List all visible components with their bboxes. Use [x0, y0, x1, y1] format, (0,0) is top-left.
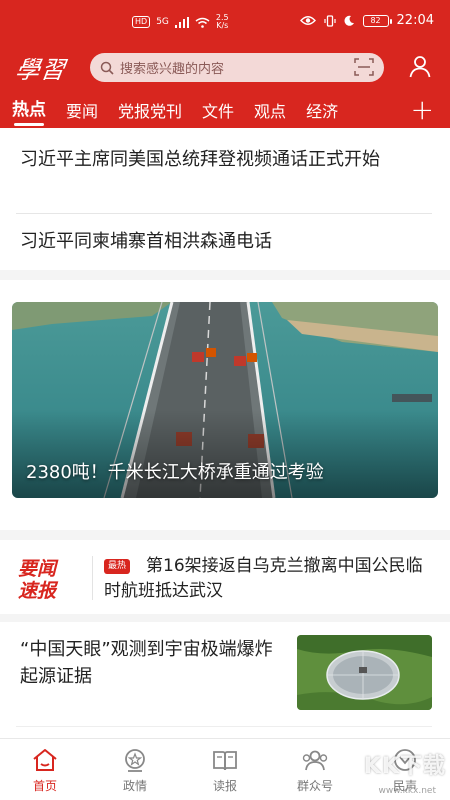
status-network: HD 5G 2.5 K/s [132, 14, 229, 30]
nav-read-paper[interactable]: 读报 [180, 739, 270, 800]
article-card[interactable]: “中国天眼”观测到宇宙极端爆炸起源证据 [0, 622, 450, 742]
divider [16, 213, 432, 214]
moon-icon [344, 15, 354, 26]
flash-news-card[interactable]: 要闻 速报 最热 第16架接返自乌克兰撤离中国公民临时航班抵达武汉 [0, 540, 450, 614]
tab-opinion[interactable]: 观点 [254, 98, 286, 122]
flash-news-text: 第16架接返自乌克兰撤离中国公民临时航班抵达武汉 [104, 556, 423, 601]
search-icon [100, 61, 114, 75]
tab-party-press[interactable]: 党报党刊 [118, 98, 182, 122]
nav-public-accounts[interactable]: 群众号 [270, 739, 360, 800]
signal-icon [174, 16, 189, 28]
app-header: HD 5G 2.5 K/s 82 22:04 學習 搜索感兴趣的内容 热点 要闻… [0, 0, 450, 128]
hd-indicator: HD [132, 16, 151, 28]
book-icon [213, 751, 237, 771]
tab-economy[interactable]: 经济 [306, 98, 338, 122]
nav-label: 政情 [122, 779, 147, 793]
eye-icon [299, 16, 316, 25]
search-bar[interactable]: 搜索感兴趣的内容 [90, 53, 384, 82]
article-thumbnail [297, 635, 432, 710]
telescope-illustration [297, 635, 432, 710]
watermark-url: www.kkx.net [378, 786, 437, 796]
battery-level: 82 [370, 15, 381, 25]
flash-logo-line2: 速报 [18, 580, 57, 602]
headline-item[interactable]: 习近平主席同美国总统拜登视频通话正式开始 [20, 146, 430, 173]
category-tabs: 热点 要闻 党报党刊 文件 观点 经济 [0, 95, 450, 125]
nav-home[interactable]: 首页 [0, 739, 90, 800]
app-logo[interactable]: 學習 [14, 50, 69, 85]
headline-card: 习近平主席同美国总统拜登视频通话正式开始 习近平同柬埔寨首相洪森通电话 [0, 128, 450, 270]
add-tab-plus-icon[interactable]: + [411, 96, 434, 124]
app-screen: HD 5G 2.5 K/s 82 22:04 學習 搜索感兴趣的内容 热点 要闻… [0, 0, 450, 800]
divider [92, 556, 93, 600]
clock: 22:04 [396, 13, 434, 28]
search-placeholder: 搜索感兴趣的内容 [120, 62, 225, 77]
hero-image[interactable]: 2380吨！千米长江大桥承重通过考验 [12, 302, 438, 498]
user-profile-icon[interactable] [408, 54, 432, 78]
status-right: 82 22:04 [299, 13, 434, 28]
scan-icon[interactable] [354, 58, 374, 76]
tab-documents[interactable]: 文件 [202, 98, 234, 122]
headline-item[interactable]: 习近平同柬埔寨首相洪森通电话 [20, 228, 430, 255]
flash-news-logo: 要闻 速报 [18, 558, 74, 602]
battery-icon: 82 [362, 14, 392, 27]
network-speed: 2.5 K/s [216, 14, 229, 30]
nav-politics[interactable]: 政情 [90, 739, 180, 800]
nav-label: 读报 [212, 779, 237, 793]
flash-logo-line1: 要闻 [18, 558, 57, 580]
nav-label: 首页 [32, 779, 57, 793]
article-title: “中国天眼”观测到宇宙极端爆炸起源证据 [20, 639, 273, 687]
divider [16, 726, 432, 727]
politics-icon [125, 749, 145, 772]
speed-unit: K/s [216, 21, 229, 30]
voice-icon [394, 749, 416, 771]
home-icon [33, 749, 57, 771]
tab-hot[interactable]: 热点 [12, 95, 46, 126]
wifi-icon [195, 17, 210, 28]
hero-caption: 2380吨！千米长江大桥承重通过考验 [26, 462, 324, 483]
signal-label: 5G [156, 17, 169, 27]
tab-news[interactable]: 要闻 [66, 98, 98, 122]
hero-card: 2380吨！千米长江大桥承重通过考验 [0, 280, 450, 530]
status-bar: HD 5G 2.5 K/s 82 22:04 [0, 0, 450, 34]
vibrate-icon [323, 14, 336, 27]
nav-label: 群众号 [296, 779, 333, 793]
group-icon [302, 750, 328, 771]
